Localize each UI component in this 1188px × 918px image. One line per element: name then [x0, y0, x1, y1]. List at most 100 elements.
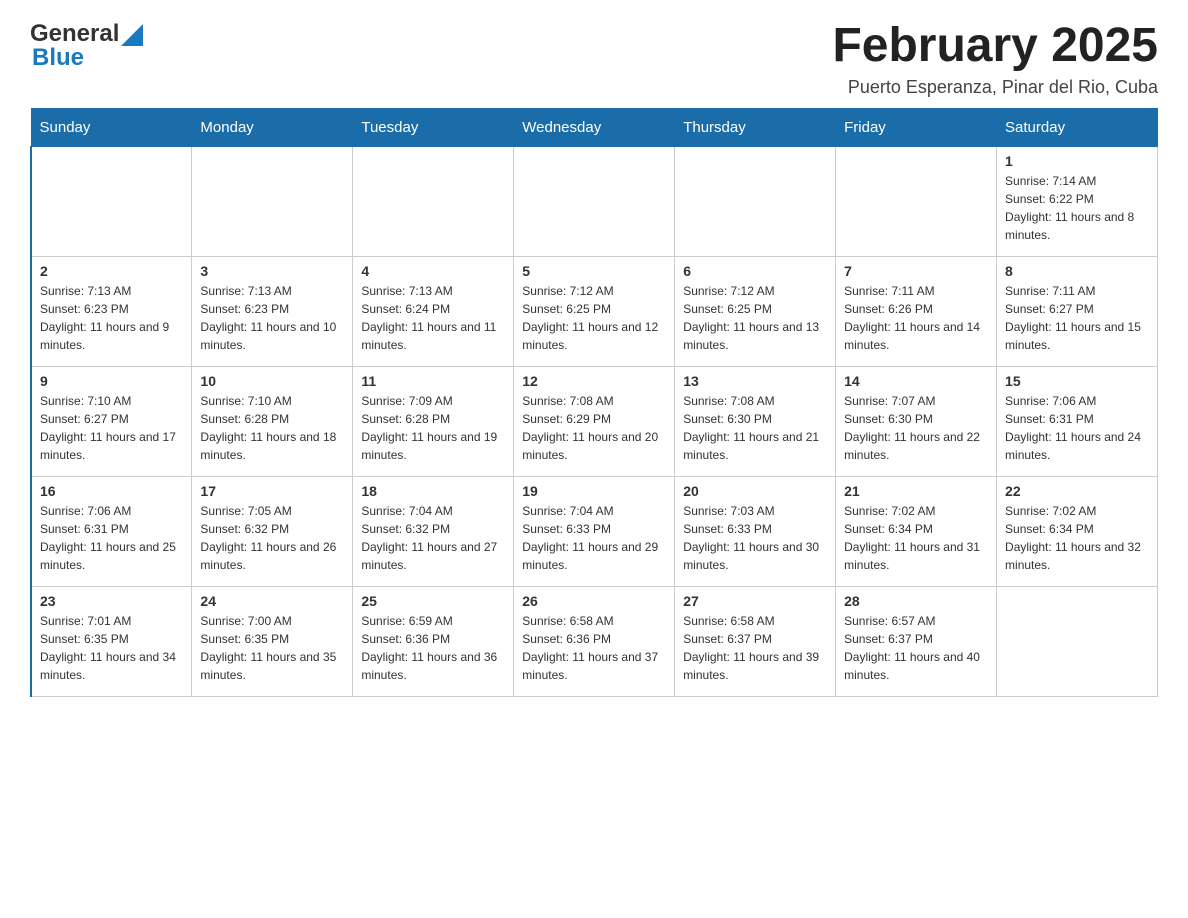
day-info: Sunrise: 7:13 AM Sunset: 6:23 PM Dayligh…	[200, 282, 344, 354]
day-info: Sunrise: 7:06 AM Sunset: 6:31 PM Dayligh…	[1005, 392, 1149, 464]
day-info: Sunrise: 7:10 AM Sunset: 6:28 PM Dayligh…	[200, 392, 344, 464]
calendar-cell: 25Sunrise: 6:59 AM Sunset: 6:36 PM Dayli…	[353, 586, 514, 696]
day-info: Sunrise: 7:11 AM Sunset: 6:27 PM Dayligh…	[1005, 282, 1149, 354]
calendar-cell: 5 Sunrise: 7:12 AM Sunset: 6:25 PM Daylig…	[514, 256, 675, 366]
calendar-cell	[192, 146, 353, 256]
day-number: 16	[40, 483, 183, 499]
weekday-header-wednesday: Wednesday	[514, 108, 675, 146]
calendar-cell: 27 Sunrise: 6:58 AM Sunset: 6:37 PM Dayli…	[675, 586, 836, 696]
day-info: Sunrise: 6:57 AM Sunset: 6:37 PM Dayligh…	[844, 612, 988, 684]
day-number: 8	[1005, 263, 1149, 279]
calendar-body: 1 Sunrise: 7:14 AM Sunset: 6:22 PM Daylig…	[31, 146, 1158, 696]
calendar-cell: 3 Sunrise: 7:13 AM Sunset: 6:23 PM Daylig…	[192, 256, 353, 366]
calendar-cell: 21 Sunrise: 7:02 AM Sunset: 6:34 PM Dayli…	[836, 476, 997, 586]
day-info: Sunrise: 7:08 AM Sunset: 6:30 PM Dayligh…	[683, 392, 827, 464]
weekday-header-saturday: Saturday	[997, 108, 1158, 146]
day-info: Sunrise: 7:03 AM Sunset: 6:33 PM Dayligh…	[683, 502, 827, 574]
day-number: 15	[1005, 373, 1149, 389]
day-info: Sunrise: 7:06 AM Sunset: 6:31 PM Dayligh…	[40, 502, 183, 574]
calendar-cell: 19 Sunrise: 7:04 AM Sunset: 6:33 PM Dayli…	[514, 476, 675, 586]
day-number: 21	[844, 483, 988, 499]
day-number: 19	[522, 483, 666, 499]
calendar-cell: 10 Sunrise: 7:10 AM Sunset: 6:28 PM Dayli…	[192, 366, 353, 476]
day-info: Sunrise: 7:13 AM Sunset: 6:23 PM Dayligh…	[40, 282, 183, 354]
calendar-cell: 13 Sunrise: 7:08 AM Sunset: 6:30 PM Dayli…	[675, 366, 836, 476]
calendar-cell: 28 Sunrise: 6:57 AM Sunset: 6:37 PM Dayli…	[836, 586, 997, 696]
header: General Blue February 2025 Puerto Espera…	[30, 20, 1158, 98]
calendar-cell: 4 Sunrise: 7:13 AM Sunset: 6:24 PM Daylig…	[353, 256, 514, 366]
day-info: Sunrise: 7:14 AM Sunset: 6:22 PM Dayligh…	[1005, 172, 1149, 244]
day-number: 28	[844, 593, 988, 609]
day-number: 18	[361, 483, 505, 499]
day-number: 12	[522, 373, 666, 389]
day-number: 7	[844, 263, 988, 279]
calendar-cell: 15 Sunrise: 7:06 AM Sunset: 6:31 PM Dayli…	[997, 366, 1158, 476]
day-info: Sunrise: 7:08 AM Sunset: 6:29 PM Dayligh…	[522, 392, 666, 464]
day-info: Sunrise: 6:58 AM Sunset: 6:36 PM Dayligh…	[522, 612, 666, 684]
calendar-cell	[514, 146, 675, 256]
day-info: Sunrise: 7:00 AM Sunset: 6:35 PM Dayligh…	[200, 612, 344, 684]
day-info: Sunrise: 7:13 AM Sunset: 6:24 PM Dayligh…	[361, 282, 505, 354]
calendar-cell: 1 Sunrise: 7:14 AM Sunset: 6:22 PM Daylig…	[997, 146, 1158, 256]
calendar-cell: 2 Sunrise: 7:13 AM Sunset: 6:23 PM Daylig…	[31, 256, 192, 366]
day-info: Sunrise: 7:05 AM Sunset: 6:32 PM Dayligh…	[200, 502, 344, 574]
day-info: Sunrise: 7:01 AM Sunset: 6:35 PM Dayligh…	[40, 612, 183, 684]
day-info: Sunrise: 7:11 AM Sunset: 6:26 PM Dayligh…	[844, 282, 988, 354]
calendar-cell: 11Sunrise: 7:09 AM Sunset: 6:28 PM Dayli…	[353, 366, 514, 476]
title-area: February 2025 Puerto Esperanza, Pinar de…	[832, 20, 1158, 98]
calendar-cell: 23 Sunrise: 7:01 AM Sunset: 6:35 PM Dayli…	[31, 586, 192, 696]
day-number: 2	[40, 263, 183, 279]
month-title: February 2025	[832, 20, 1158, 73]
day-number: 6	[683, 263, 827, 279]
day-number: 3	[200, 263, 344, 279]
day-number: 13	[683, 373, 827, 389]
day-number: 17	[200, 483, 344, 499]
calendar-cell: 22Sunrise: 7:02 AM Sunset: 6:34 PM Dayli…	[997, 476, 1158, 586]
day-number: 14	[844, 373, 988, 389]
calendar-week-row: 16 Sunrise: 7:06 AM Sunset: 6:31 PM Dayli…	[31, 476, 1158, 586]
day-info: Sunrise: 7:10 AM Sunset: 6:27 PM Dayligh…	[40, 392, 183, 464]
calendar-header: SundayMondayTuesdayWednesdayThursdayFrid…	[31, 108, 1158, 146]
logo: General Blue	[30, 20, 143, 72]
day-info: Sunrise: 7:04 AM Sunset: 6:32 PM Dayligh…	[361, 502, 505, 574]
weekday-header-friday: Friday	[836, 108, 997, 146]
day-number: 10	[200, 373, 344, 389]
day-number: 5	[522, 263, 666, 279]
weekday-header-thursday: Thursday	[675, 108, 836, 146]
calendar-cell: 24Sunrise: 7:00 AM Sunset: 6:35 PM Dayli…	[192, 586, 353, 696]
day-info: Sunrise: 7:12 AM Sunset: 6:25 PM Dayligh…	[522, 282, 666, 354]
day-number: 23	[40, 593, 183, 609]
calendar-week-row: 2 Sunrise: 7:13 AM Sunset: 6:23 PM Daylig…	[31, 256, 1158, 366]
calendar-cell: 16 Sunrise: 7:06 AM Sunset: 6:31 PM Dayli…	[31, 476, 192, 586]
location-title: Puerto Esperanza, Pinar del Rio, Cuba	[832, 77, 1158, 98]
calendar-cell	[353, 146, 514, 256]
weekday-header-monday: Monday	[192, 108, 353, 146]
weekday-header-tuesday: Tuesday	[353, 108, 514, 146]
weekday-header-row: SundayMondayTuesdayWednesdayThursdayFrid…	[31, 108, 1158, 146]
logo-blue-text: Blue	[32, 44, 84, 71]
day-info: Sunrise: 6:59 AM Sunset: 6:36 PM Dayligh…	[361, 612, 505, 684]
calendar-cell: 12 Sunrise: 7:08 AM Sunset: 6:29 PM Dayli…	[514, 366, 675, 476]
calendar-cell	[997, 586, 1158, 696]
day-number: 4	[361, 263, 505, 279]
weekday-header-sunday: Sunday	[31, 108, 192, 146]
calendar-cell: 18 Sunrise: 7:04 AM Sunset: 6:32 PM Dayli…	[353, 476, 514, 586]
day-number: 20	[683, 483, 827, 499]
calendar-cell: 26 Sunrise: 6:58 AM Sunset: 6:36 PM Dayli…	[514, 586, 675, 696]
calendar-cell	[675, 146, 836, 256]
calendar-cell: 7 Sunrise: 7:11 AM Sunset: 6:26 PM Daylig…	[836, 256, 997, 366]
day-number: 1	[1005, 153, 1149, 169]
day-info: Sunrise: 7:07 AM Sunset: 6:30 PM Dayligh…	[844, 392, 988, 464]
day-number: 11	[361, 373, 505, 389]
day-number: 27	[683, 593, 827, 609]
day-info: Sunrise: 7:12 AM Sunset: 6:25 PM Dayligh…	[683, 282, 827, 354]
day-number: 26	[522, 593, 666, 609]
day-info: Sunrise: 7:02 AM Sunset: 6:34 PM Dayligh…	[844, 502, 988, 574]
calendar-cell: 20 Sunrise: 7:03 AM Sunset: 6:33 PM Dayli…	[675, 476, 836, 586]
calendar-week-row: 23 Sunrise: 7:01 AM Sunset: 6:35 PM Dayli…	[31, 586, 1158, 696]
calendar-cell: 17 Sunrise: 7:05 AM Sunset: 6:32 PM Dayli…	[192, 476, 353, 586]
day-info: Sunrise: 7:04 AM Sunset: 6:33 PM Dayligh…	[522, 502, 666, 574]
day-info: Sunrise: 7:02 AM Sunset: 6:34 PM Dayligh…	[1005, 502, 1149, 574]
day-number: 9	[40, 373, 183, 389]
day-info: Sunrise: 6:58 AM Sunset: 6:37 PM Dayligh…	[683, 612, 827, 684]
